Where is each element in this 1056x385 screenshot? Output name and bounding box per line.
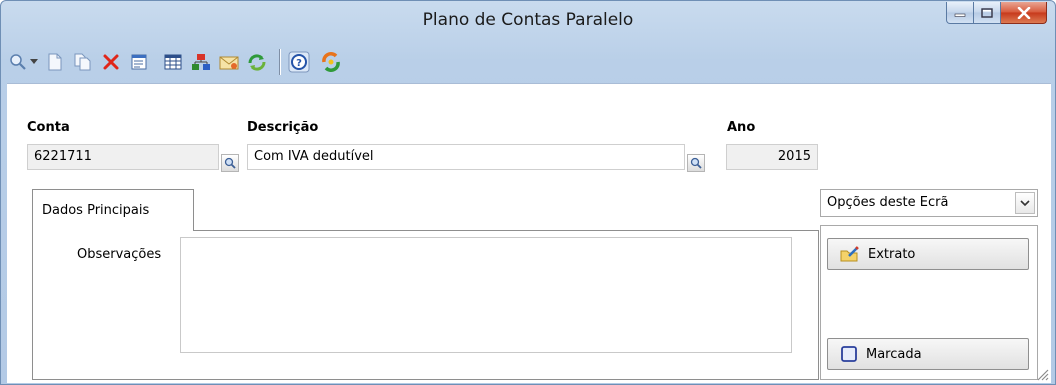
refresh-icon bbox=[248, 54, 266, 71]
descricao-lookup-button[interactable] bbox=[687, 154, 705, 172]
descricao-label: Descrição bbox=[247, 120, 319, 135]
minimize-button[interactable] bbox=[946, 2, 974, 24]
sync-icon bbox=[322, 52, 340, 72]
search-icon bbox=[10, 54, 26, 70]
opcoes-panel: Extrato Marcada bbox=[820, 225, 1038, 380]
ano-label: Ano bbox=[727, 120, 756, 135]
table-button[interactable] bbox=[161, 49, 185, 75]
form-area: Conta 6221711 Descrição Com IVA dedutíve… bbox=[7, 83, 1051, 383]
envelope-icon bbox=[219, 56, 239, 70]
properties-button[interactable] bbox=[127, 49, 151, 75]
search-button[interactable] bbox=[7, 49, 29, 75]
window: Plano de Contas Paralelo ? Conta 6221711… bbox=[0, 0, 1056, 385]
help-button[interactable]: ? bbox=[287, 49, 311, 75]
conta-field[interactable]: 6221711 bbox=[27, 144, 219, 170]
envelope-button[interactable] bbox=[217, 49, 241, 75]
tab-connector bbox=[33, 229, 193, 232]
sync-button[interactable] bbox=[319, 49, 343, 75]
ano-field[interactable]: 2015 bbox=[726, 144, 818, 170]
observacoes-label: Observações bbox=[77, 247, 162, 262]
chevron-down-icon bbox=[1020, 199, 1030, 206]
new-document-icon bbox=[48, 53, 62, 71]
toolbar: ? bbox=[7, 45, 1049, 79]
help-icon: ? bbox=[288, 51, 310, 73]
copy-icon bbox=[74, 53, 91, 71]
close-button[interactable] bbox=[1001, 2, 1047, 24]
search-dropdown[interactable] bbox=[29, 49, 39, 75]
extrato-label: Extrato bbox=[868, 246, 916, 262]
extrato-button[interactable]: Extrato bbox=[827, 238, 1029, 270]
marcada-button[interactable]: Marcada bbox=[827, 338, 1029, 370]
window-title: Plano de Contas Paralelo bbox=[422, 10, 634, 30]
toolbar-separator bbox=[279, 49, 281, 75]
window-controls bbox=[946, 2, 1047, 24]
delete-button[interactable] bbox=[99, 49, 123, 75]
refresh-button[interactable] bbox=[245, 49, 269, 75]
maximize-button[interactable] bbox=[974, 2, 1001, 24]
new-button[interactable] bbox=[43, 49, 67, 75]
opcoes-dropdown[interactable]: Opções deste Ecrã bbox=[820, 189, 1038, 217]
hierarchy-button[interactable] bbox=[189, 49, 213, 75]
opcoes-title: Opções deste Ecrã bbox=[827, 195, 949, 210]
maximize-icon bbox=[981, 7, 993, 18]
resize-grip-icon[interactable] bbox=[1035, 367, 1049, 381]
conta-label: Conta bbox=[27, 120, 70, 135]
minimize-icon bbox=[954, 13, 966, 17]
table-icon bbox=[164, 54, 182, 70]
svg-text:?: ? bbox=[296, 58, 302, 69]
descricao-field[interactable]: Com IVA dedutível bbox=[247, 144, 685, 170]
opcoes-dropdown-button[interactable] bbox=[1015, 192, 1035, 214]
lookup-icon bbox=[224, 157, 236, 169]
lookup-icon bbox=[690, 157, 702, 169]
delete-icon bbox=[103, 54, 119, 70]
conta-lookup-button[interactable] bbox=[221, 154, 239, 172]
copy-button[interactable] bbox=[71, 49, 95, 75]
marcada-label: Marcada bbox=[866, 346, 922, 362]
tab-dados-principais[interactable]: Dados Principais bbox=[32, 189, 194, 231]
dropdown-arrow-icon bbox=[30, 59, 38, 64]
close-icon bbox=[1017, 6, 1030, 19]
properties-icon bbox=[131, 54, 147, 70]
checkbox-icon bbox=[841, 346, 857, 362]
folder-edit-icon bbox=[840, 246, 859, 262]
hierarchy-icon bbox=[192, 54, 210, 70]
title-bar[interactable]: Plano de Contas Paralelo bbox=[1, 1, 1055, 43]
observacoes-textarea[interactable] bbox=[180, 237, 792, 353]
